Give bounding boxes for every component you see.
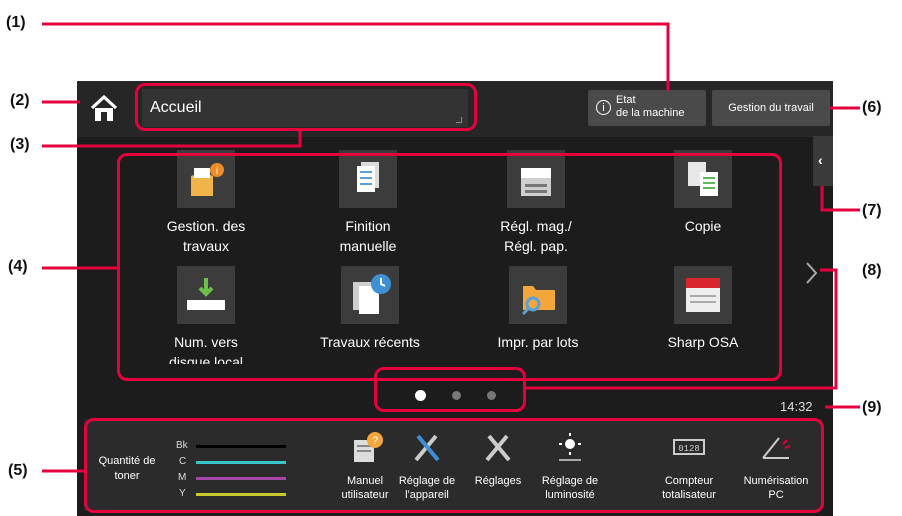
callout-lines — [42, 22, 860, 473]
